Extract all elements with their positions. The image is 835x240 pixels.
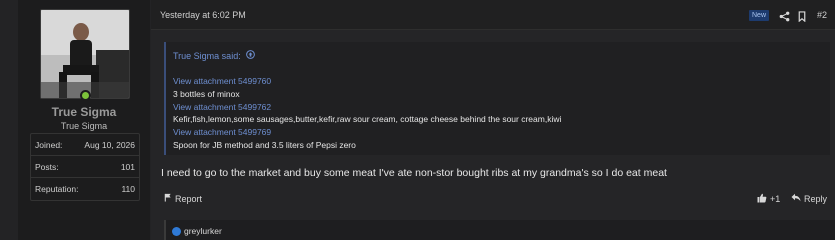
post-date[interactable]: Yesterday at 6:02 PM [160, 10, 246, 20]
stat-label: Posts: [35, 161, 59, 172]
quote-author[interactable]: True Sigma said: [173, 51, 241, 61]
online-status-icon [80, 90, 91, 101]
like-button[interactable]: +1 [757, 193, 780, 205]
post-number[interactable]: #2 [817, 10, 827, 20]
quote-text: Spoon for JB method and 3.5 liters of Pe… [173, 139, 356, 150]
reaction-list[interactable]: greylurker [172, 226, 222, 236]
bookmark-icon[interactable] [797, 9, 807, 27]
avatar[interactable] [40, 9, 130, 99]
stat-value: 101 [120, 161, 135, 172]
like-reaction-icon [172, 226, 181, 236]
attachment-link[interactable]: View attachment 5499760 [173, 75, 561, 88]
new-badge: New [749, 10, 770, 21]
post-body: Yesterday at 6:02 PM New #2 True Sigma s… [151, 0, 835, 240]
like-count: +1 [770, 194, 781, 204]
reply-icon [791, 193, 801, 204]
stat-reputation: Reputation: 110 [31, 178, 139, 200]
reply-button[interactable]: Reply [791, 193, 827, 204]
thumbs-up-icon [757, 193, 767, 205]
flag-icon [164, 193, 172, 204]
attachment-link[interactable]: View attachment 5499762 [173, 101, 561, 114]
stat-label: Reputation: [35, 184, 79, 194]
quote-text: 3 bottles of minox [173, 88, 240, 99]
arrow-up-circle-icon[interactable] [245, 50, 255, 61]
stat-value: Aug 10, 2026 [84, 139, 135, 150]
user-sidebar: True Sigma True Sigma Joined: Aug 10, 20… [18, 0, 150, 240]
post-header: Yesterday at 6:02 PM New #2 [151, 0, 835, 30]
reply-label: Reply [804, 193, 828, 204]
share-icon[interactable] [779, 9, 790, 27]
user-stats: Joined: Aug 10, 2026 Posts: 101 Reputati… [30, 133, 140, 201]
quote-content: View attachment 5499760 3 bottles of min… [173, 75, 561, 152]
stat-label: Joined: [35, 139, 63, 150]
report-button[interactable]: Report [164, 193, 202, 204]
stat-value: 110 [121, 184, 135, 194]
reactions-bar: greylurker [164, 220, 835, 240]
stat-posts: Posts: 101 [31, 156, 139, 178]
attachment-link[interactable]: View attachment 5499769 [173, 126, 561, 139]
quote-block: True Sigma said: View attachment 5499760… [164, 42, 830, 155]
quote-header[interactable]: True Sigma said: [173, 50, 255, 61]
reaction-users[interactable]: greylurker [184, 226, 222, 236]
report-label: Report [175, 193, 203, 204]
username[interactable]: True Sigma [18, 105, 150, 119]
user-title: True Sigma [60, 121, 108, 131]
post-message: I need to go to the market and buy some … [161, 167, 667, 179]
quote-text: Kefir,fish,lemon,some sausages,butter,ke… [173, 114, 562, 125]
stat-joined: Joined: Aug 10, 2026 [31, 134, 139, 156]
